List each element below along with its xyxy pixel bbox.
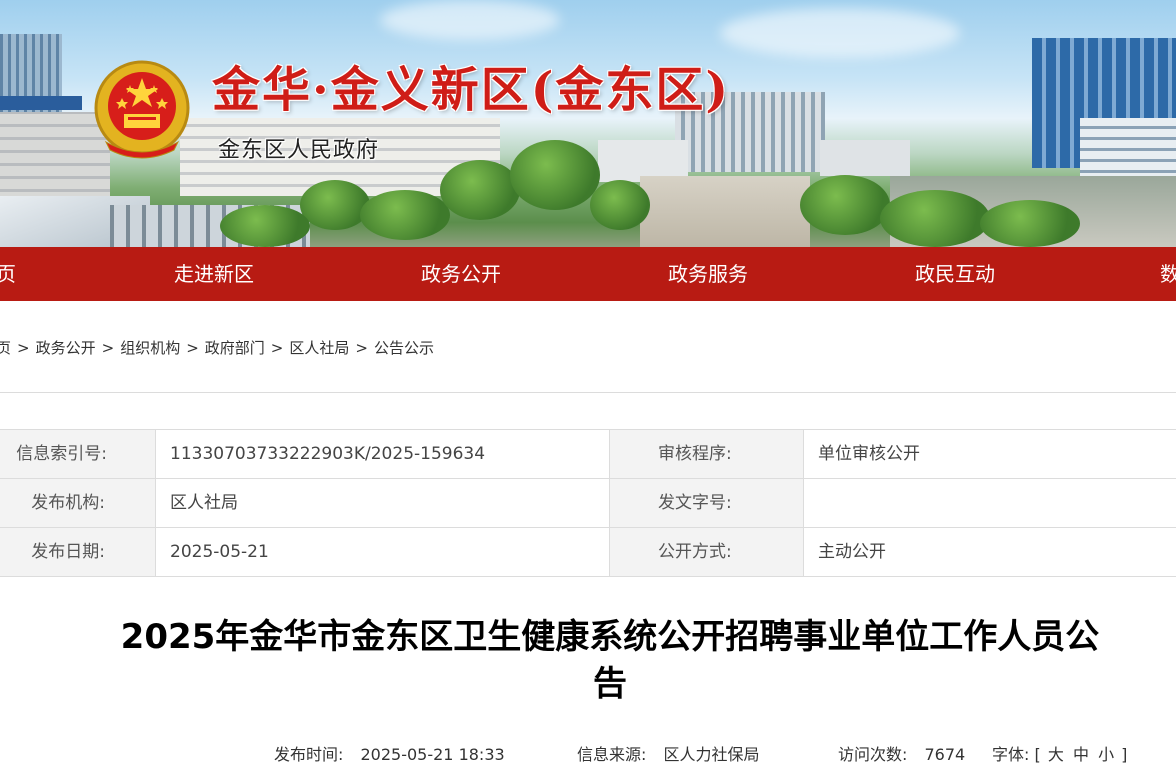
breadcrumb-announcements[interactable]: 公告公示 bbox=[374, 339, 434, 357]
nav-item-about[interactable]: 走进新区 bbox=[174, 247, 254, 301]
font-size-large-button[interactable]: 大 bbox=[1048, 745, 1064, 764]
header-banner: 金华·金义新区(金东区) 金东区人民政府 bbox=[0, 0, 1176, 247]
nav-item-gov-services[interactable]: 政务服务 bbox=[668, 247, 748, 301]
document-number-label: 发文字号: bbox=[610, 479, 804, 527]
info-source: 信息来源: 区人力社保局 bbox=[577, 744, 760, 766]
font-size-label: 字体: bbox=[992, 745, 1030, 764]
nav-item-data[interactable]: 数 bbox=[1160, 247, 1176, 301]
tree bbox=[440, 160, 520, 220]
disclosure-method-value: 主动公开 bbox=[818, 542, 886, 562]
index-number-label: 信息索引号: bbox=[0, 430, 156, 478]
tree bbox=[510, 140, 600, 210]
breadcrumb-organizations[interactable]: 组织机构 bbox=[120, 339, 180, 357]
publish-time-value: 2025-05-21 18:33 bbox=[360, 745, 505, 764]
divider bbox=[0, 392, 1176, 393]
publish-date-value: 2025-05-21 bbox=[156, 528, 610, 576]
banner-subtitle: 金东区人民政府 bbox=[218, 138, 380, 163]
breadcrumb-gov-affairs[interactable]: 政务公开 bbox=[36, 339, 96, 357]
tree bbox=[590, 180, 650, 230]
breadcrumb-separator: > bbox=[355, 339, 368, 357]
info-source-value: 区人力社保局 bbox=[663, 745, 760, 764]
publish-time-label: 发布时间: bbox=[274, 745, 344, 764]
bank-sign bbox=[0, 96, 82, 110]
nav-item-gov-affairs[interactable]: 政务公开 bbox=[421, 247, 501, 301]
breadcrumb-separator: > bbox=[101, 339, 115, 357]
publish-date-label: 发布日期: bbox=[0, 528, 156, 576]
font-size-bracket-open: [ bbox=[1034, 745, 1041, 764]
plaza bbox=[640, 176, 810, 247]
disclosure-method-label: 公开方式: bbox=[610, 528, 804, 576]
breadcrumb-home[interactable]: 页 bbox=[0, 339, 11, 357]
table-row: 发布日期: 2025-05-21 公开方式: 主动公开 bbox=[0, 528, 1176, 577]
review-procedure-value: 单位审核公开 bbox=[818, 444, 920, 464]
article-title: 2025年金华市金东区卫生健康系统公开招聘事业单位工作人员公告 bbox=[120, 617, 1100, 704]
font-size-small-button[interactable]: 小 bbox=[1098, 745, 1114, 764]
building bbox=[0, 34, 62, 124]
table-row: 发布机构: 区人社局 发文字号: bbox=[0, 479, 1176, 528]
tree bbox=[980, 200, 1080, 247]
publish-time: 发布时间: 2025-05-21 18:33 bbox=[274, 744, 505, 766]
visit-count-label: 访问次数: bbox=[838, 745, 908, 764]
table-row: 信息索引号: 11330703733222903K/2025-159634 审核… bbox=[0, 430, 1176, 479]
tree bbox=[880, 190, 990, 247]
document-number-value bbox=[804, 479, 1176, 527]
nav-item-home[interactable]: 页 bbox=[0, 247, 16, 301]
breadcrumb: 页 > 政务公开 > 组织机构 > 政府部门 > 区人社局 > 公告公示 bbox=[0, 336, 434, 360]
tree bbox=[360, 190, 450, 240]
tree bbox=[220, 205, 310, 247]
tree bbox=[800, 175, 890, 235]
nav-item-interaction[interactable]: 政民互动 bbox=[915, 247, 995, 301]
publisher-value: 区人社局 bbox=[156, 479, 610, 527]
breadcrumb-separator: > bbox=[17, 339, 30, 357]
main-nav: 页 走进新区 政务公开 政务服务 政民互动 数 bbox=[0, 247, 1176, 301]
banner-title: 金华·金义新区(金东区) bbox=[212, 62, 731, 118]
cloud bbox=[380, 0, 560, 40]
info-source-label: 信息来源: bbox=[577, 745, 647, 764]
breadcrumb-hr-bureau[interactable]: 区人社局 bbox=[289, 339, 349, 357]
font-size-control: 字体: [ 大 中 小 ] bbox=[992, 744, 1127, 766]
font-size-bracket-close: ] bbox=[1121, 745, 1128, 764]
visit-count: 访问次数: 7674 bbox=[838, 744, 965, 766]
tree bbox=[300, 180, 370, 230]
info-table: 信息索引号: 11330703733222903K/2025-159634 审核… bbox=[0, 429, 1176, 578]
breadcrumb-departments[interactable]: 政府部门 bbox=[205, 339, 265, 357]
font-size-medium-button[interactable]: 中 bbox=[1073, 745, 1089, 764]
publisher-label: 发布机构: bbox=[0, 479, 156, 527]
cloud bbox=[720, 8, 960, 58]
breadcrumb-separator: > bbox=[186, 339, 199, 357]
building bbox=[820, 140, 910, 176]
review-procedure-label: 审核程序: bbox=[610, 430, 804, 478]
visit-count-value: 7674 bbox=[924, 745, 966, 764]
breadcrumb-separator: > bbox=[270, 339, 284, 357]
index-number-value: 11330703733222903K/2025-159634 bbox=[156, 430, 610, 478]
national-emblem-icon bbox=[94, 60, 190, 159]
